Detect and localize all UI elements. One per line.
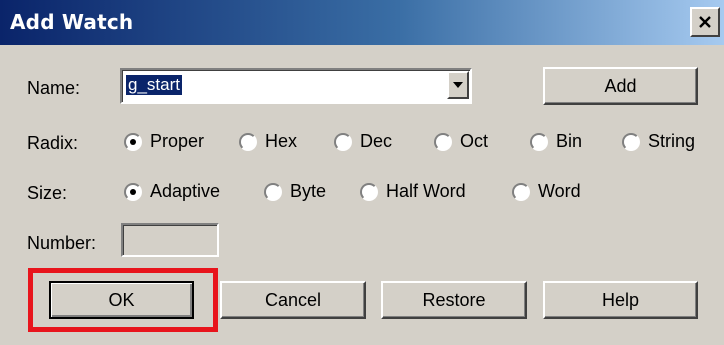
name-label: Name: <box>27 78 81 98</box>
size-option-label: Byte <box>290 181 327 201</box>
cancel-button[interactable]: Cancel <box>220 281 366 319</box>
radio-button[interactable] <box>434 132 452 151</box>
restore-button-label: Restore <box>422 289 486 310</box>
size-option-word[interactable]: Word <box>512 181 581 202</box>
name-combobox[interactable]: g_start <box>120 68 472 104</box>
size-option-byte[interactable]: Byte <box>264 181 326 202</box>
add-watch-dialog: Add Watch Name: g_start Add Radix: Prope… <box>0 0 724 345</box>
number-label: Number: <box>27 233 97 253</box>
add-button[interactable]: Add <box>543 67 698 105</box>
radix-option-label: Bin <box>556 131 583 151</box>
chevron-down-icon <box>453 82 463 88</box>
radio-button[interactable] <box>530 132 548 151</box>
ok-button-highlight <box>28 268 218 332</box>
cancel-button-label: Cancel <box>264 289 322 310</box>
radio-button[interactable] <box>124 132 142 151</box>
radix-option-label: Oct <box>460 131 489 151</box>
radio-button[interactable] <box>239 132 257 151</box>
radio-button[interactable] <box>124 182 142 201</box>
window-title: Add Watch <box>10 10 134 34</box>
add-button-label: Add <box>604 75 637 96</box>
close-icon <box>699 16 711 28</box>
radix-label: Radix: <box>27 133 79 153</box>
size-option-label: Half Word <box>386 181 466 201</box>
radix-option-bin[interactable]: Bin <box>530 131 582 152</box>
radio-button[interactable] <box>512 182 530 201</box>
number-field[interactable] <box>121 223 219 257</box>
size-label: Size: <box>27 183 68 203</box>
title-bar: Add Watch <box>0 0 724 45</box>
radix-option-string[interactable]: String <box>622 131 695 152</box>
name-combobox-value[interactable]: g_start <box>126 75 182 95</box>
restore-button[interactable]: Restore <box>381 281 527 319</box>
radio-button[interactable] <box>264 182 282 201</box>
radio-button[interactable] <box>360 182 378 201</box>
name-combobox-dropdown-button[interactable] <box>447 71 469 99</box>
radix-option-label: String <box>648 131 696 151</box>
radix-option-label: Proper <box>150 131 205 151</box>
size-option-adaptive[interactable]: Adaptive <box>124 181 220 202</box>
help-button-label: Help <box>601 289 640 310</box>
radio-button[interactable] <box>622 132 640 151</box>
close-button[interactable] <box>690 7 720 37</box>
radix-option-dec[interactable]: Dec <box>334 131 392 152</box>
radix-option-hex[interactable]: Hex <box>239 131 297 152</box>
size-option-half-word[interactable]: Half Word <box>360 181 466 202</box>
radix-option-label: Hex <box>265 131 298 151</box>
size-option-label: Word <box>538 181 581 201</box>
size-option-label: Adaptive <box>150 181 221 201</box>
radio-button[interactable] <box>334 132 352 151</box>
help-button[interactable]: Help <box>543 281 698 319</box>
radix-option-oct[interactable]: Oct <box>434 131 488 152</box>
radix-option-proper[interactable]: Proper <box>124 131 204 152</box>
radix-option-label: Dec <box>360 131 393 151</box>
